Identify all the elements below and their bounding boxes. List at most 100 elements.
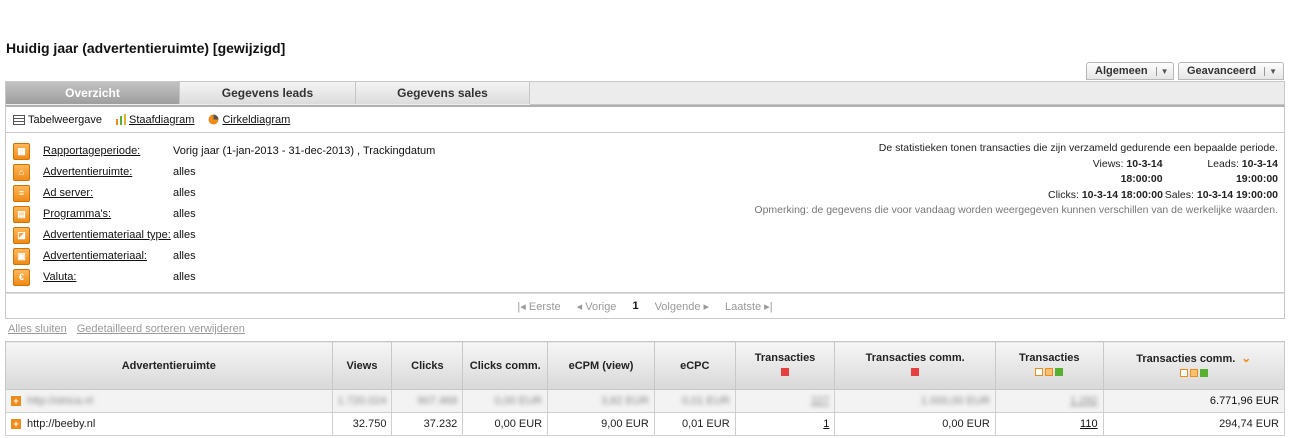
col-ecpm[interactable]: eCPM (view) — [547, 341, 655, 390]
col-transacties-comm-label: Transacties comm. — [865, 352, 965, 364]
leads-value: 10-3-14 19:00:00 — [1235, 157, 1278, 186]
status-open-icon — [1035, 368, 1044, 376]
row-trans-link[interactable]: 1 — [823, 418, 829, 430]
col-advertentieruimte[interactable]: Advertentieruimte — [5, 341, 333, 390]
row-trans2-link[interactable]: 110 — [1080, 418, 1098, 430]
clicks-label: Clicks: — [1048, 188, 1079, 201]
filter-row: ⌂ Advertentieruimte: alles — [13, 162, 196, 182]
table-actions: Alles sluiten Gedetailleerd sorteren ver… — [8, 323, 245, 335]
view-pie-label[interactable]: Cirkeldiagram — [222, 114, 290, 126]
filter-value: alles — [173, 271, 196, 283]
geavanceerd-button[interactable]: Geavanceerd ▼ — [1178, 62, 1284, 80]
stats-note: Opmerking: de gegevens die voor vandaag … — [754, 204, 1278, 216]
stats-info: De statistieken tonen transacties die zi… — [718, 141, 1278, 219]
row-site-cell: + http://beeby.nl — [5, 412, 333, 436]
tab-gegevens-sales[interactable]: Gegevens sales — [356, 82, 530, 104]
row-views-value: 1.720.024 — [337, 395, 387, 407]
bar-chart-icon — [116, 114, 126, 125]
server-icon: ≡ — [13, 184, 30, 202]
pager-prev[interactable]: ◂ Vorige — [577, 300, 617, 313]
row-trans2: 1.292 — [994, 389, 1104, 413]
pager-first[interactable]: |◂ Eerste — [517, 300, 560, 313]
view-pie[interactable]: Cirkeldiagram — [208, 114, 290, 126]
remove-sort-link[interactable]: Gedetailleerd sorteren verwijderen — [77, 323, 245, 335]
view-table[interactable]: Tabelweergave — [13, 114, 102, 126]
tab-overzicht[interactable]: Overzicht — [6, 82, 180, 104]
col-transacties-2[interactable]: Transacties — [994, 341, 1104, 390]
geavanceerd-label: Geavanceerd — [1187, 65, 1257, 77]
row-clicks-comm: 0,00 EUR — [462, 389, 549, 413]
algemeen-label: Algemeen — [1095, 65, 1148, 77]
chevron-down-icon: ▼ — [1155, 66, 1169, 76]
row-views: 32.750 — [331, 412, 393, 436]
pager-first-label: Eerste — [528, 300, 561, 313]
pager-last-label: Laatste — [725, 300, 762, 313]
row-trans-comm2: 6.771,96 EUR — [1102, 389, 1286, 413]
col-clicks-comm[interactable]: Clicks comm. — [462, 341, 549, 390]
filter-value: Vorig jaar (1-jan-2013 - 31-dec-2013) , … — [173, 145, 436, 157]
table-row: + http://otrica.nl 1.720.024 907.468 0,00… — [5, 389, 1286, 413]
filter-row: € Valuta: alles — [13, 267, 196, 287]
filter-value: alles — [173, 250, 196, 262]
filter-label[interactable]: Ad server: — [43, 187, 173, 199]
row-trans2-link[interactable]: 1.292 — [1070, 395, 1098, 407]
row-trans-comm: 1.000,00 EUR — [834, 389, 996, 413]
row-trans-comm-value: 1.000,00 EUR — [920, 395, 990, 407]
tab-gegevens-leads[interactable]: Gegevens leads — [180, 82, 356, 104]
filter-label[interactable]: Advertentiemateriaal: — [43, 250, 173, 262]
row-trans: 227 — [734, 389, 836, 413]
pager-last[interactable]: Laatste ▸| — [725, 300, 773, 313]
filter-row: ▤ Programma's: alles — [13, 204, 196, 224]
filter-label[interactable]: Valuta: — [43, 271, 173, 283]
view-bar-label[interactable]: Staafdiagram — [129, 114, 194, 126]
filter-label[interactable]: Programma's: — [43, 208, 173, 220]
row-views: 1.720.024 — [331, 389, 393, 413]
material-type-icon: ◪ — [13, 226, 30, 244]
col-transacties-comm-2[interactable]: Transacties comm. ⌄ — [1102, 341, 1286, 390]
row-ecpm-value: 3,82 EUR — [601, 395, 649, 407]
data-table: Advertentieruimte Views Clicks Clicks co… — [5, 341, 1286, 436]
row-trans2: 110 — [994, 412, 1104, 436]
col-transacties-comm[interactable]: Transacties comm. — [834, 341, 996, 390]
filter-label[interactable]: Advertentiemateriaal type: — [43, 229, 173, 241]
tab-bar-filler — [530, 82, 1284, 105]
pager-prev-label: Vorige — [585, 300, 617, 313]
col-views[interactable]: Views — [331, 341, 393, 390]
row-ecpm: 9,00 EUR — [547, 412, 655, 436]
views-value: 10-3-14 18:00:00 — [1120, 157, 1163, 186]
page-title: Huidig jaar (advertentieruimte) [gewijzi… — [6, 40, 286, 56]
pie-chart-icon — [208, 114, 219, 125]
row-ecpm: 3,82 EUR — [547, 389, 655, 413]
col-clicks[interactable]: Clicks — [391, 341, 464, 390]
algemeen-button[interactable]: Algemeen ▼ — [1086, 62, 1174, 80]
col-transacties-comm-2-label: Transacties comm. — [1136, 352, 1236, 365]
filter-panel: ▦ Rapportageperiode: Vorig jaar (1-jan-2… — [5, 133, 1285, 293]
euro-icon: € — [13, 268, 30, 286]
row-ecpc: 0,01 EUR — [653, 389, 736, 413]
close-all-link[interactable]: Alles sluiten — [8, 323, 67, 335]
col-transacties[interactable]: Transacties — [734, 341, 836, 390]
stats-intro: De statistieken tonen transacties die zi… — [878, 142, 1278, 154]
pagination: |◂ Eerste ◂ Vorige 1 Volgende ▸ Laatste … — [5, 293, 1285, 319]
status-pending-icon — [1189, 368, 1198, 377]
leads-label: Leads: — [1207, 157, 1239, 170]
grid-icon: ▤ — [13, 205, 30, 223]
calendar-icon: ▦ — [13, 142, 30, 160]
pager-current: 1 — [632, 300, 639, 312]
sales-value: 10-3-14 19:00:00 — [1196, 188, 1278, 201]
stats-row-views: Views: 10-3-14 18:00:00 Leads: 10-3-14 1… — [718, 157, 1278, 188]
filter-value: alles — [173, 229, 196, 241]
pager-next[interactable]: Volgende ▸ — [655, 300, 709, 313]
filter-value: alles — [173, 187, 196, 199]
row-clicks-comm-value: 0,00 EUR — [494, 395, 543, 407]
views-label: Views: — [1092, 157, 1124, 170]
expand-icon[interactable]: + — [11, 396, 21, 407]
expand-icon[interactable]: + — [11, 419, 21, 430]
row-trans-link[interactable]: 227 — [811, 395, 829, 407]
col-ecpc[interactable]: eCPC — [653, 341, 736, 390]
col-transacties-2-label: Transacties — [1018, 352, 1080, 364]
filter-label[interactable]: Advertentieruimte: — [43, 166, 173, 178]
view-bar[interactable]: Staafdiagram — [116, 114, 194, 126]
filter-label[interactable]: Rapportageperiode: — [43, 145, 173, 157]
chevron-down-icon: ▼ — [1264, 66, 1277, 76]
